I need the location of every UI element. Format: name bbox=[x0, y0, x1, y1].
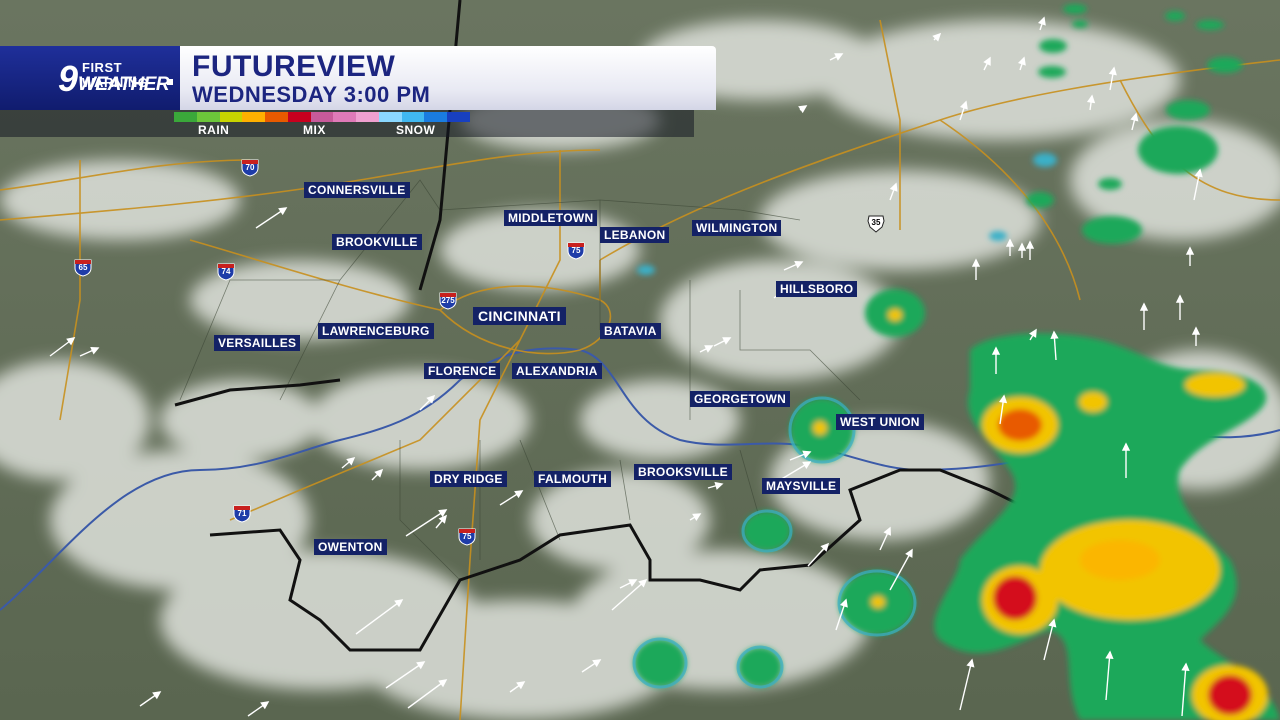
city-label-batavia: BATAVIA bbox=[600, 323, 661, 339]
city-label-alexandria: ALEXANDRIA bbox=[512, 363, 602, 379]
interstate-75-north-shield-icon: 75 bbox=[566, 240, 586, 260]
city-label-cincinnati: CINCINNATI bbox=[473, 307, 566, 325]
city-label-wilmington: WILMINGTON bbox=[692, 220, 782, 236]
legend-swatch bbox=[310, 112, 334, 122]
city-label-middletown: MIDDLETOWN bbox=[504, 210, 598, 226]
interstate-65-shield-icon: 65 bbox=[73, 257, 93, 277]
station-logo: 9 FIRST WARNING WEATHER bbox=[0, 46, 180, 110]
interstate-65-number: 65 bbox=[78, 263, 88, 272]
city-label-florence: FLORENCE bbox=[424, 363, 501, 379]
legend-swatch bbox=[356, 112, 379, 122]
city-label-dry-ridge: DRY RIDGE bbox=[430, 471, 507, 487]
city-label-connersville: CONNERSVILLE bbox=[304, 182, 410, 198]
city-label-lebanon: LEBANON bbox=[600, 227, 670, 243]
legend-color-bar bbox=[174, 112, 470, 122]
legend-swatch bbox=[265, 112, 288, 122]
interstate-75-north-number: 75 bbox=[571, 246, 581, 255]
interstate-71-number: 71 bbox=[237, 509, 247, 518]
logo-number: 9 bbox=[58, 58, 78, 99]
legend-swatch bbox=[378, 112, 402, 122]
legend-swatch bbox=[287, 112, 311, 122]
city-label-west-union: WEST UNION bbox=[836, 414, 924, 430]
city-label-owenton: OWENTON bbox=[314, 539, 387, 555]
interstate-71-shield-icon: 71 bbox=[232, 503, 252, 523]
interstate-74-number: 74 bbox=[221, 267, 231, 276]
legend-swatch bbox=[242, 112, 266, 122]
interstate-275-number: 275 bbox=[441, 296, 455, 305]
forecast-map-stage: 9 FIRST WARNING WEATHER FUTUREVIEW WEDNE… bbox=[0, 0, 1280, 720]
legend-swatch bbox=[401, 112, 425, 122]
city-label-brookville: BROOKVILLE bbox=[332, 234, 422, 250]
interstate-70-shield-icon: 70 bbox=[240, 157, 260, 177]
interstate-75-south-number: 75 bbox=[462, 532, 472, 541]
legend-swatch bbox=[174, 112, 197, 122]
city-label-brooksville: BROOKSVILLE bbox=[634, 464, 732, 480]
logo-line2: WEATHER bbox=[78, 74, 170, 95]
city-label-falmouth: FALMOUTH bbox=[534, 471, 612, 487]
city-label-lawrenceburg: LAWRENCEBURG bbox=[318, 323, 434, 339]
legend-swatch bbox=[447, 112, 470, 122]
us-35-shield-icon: 35 bbox=[866, 213, 886, 233]
legend-swatch bbox=[333, 112, 357, 122]
legend-swatch bbox=[424, 112, 448, 122]
legend-rain-label: RAIN bbox=[198, 123, 230, 137]
city-label-maysville: MAYSVILLE bbox=[762, 478, 841, 494]
interstate-70-number: 70 bbox=[245, 163, 255, 172]
interstate-275-shield-icon: 275 bbox=[438, 290, 458, 310]
logo-dot bbox=[167, 79, 173, 85]
legend-snow-label: SNOW bbox=[396, 123, 436, 137]
interstate-75-south-shield-icon: 75 bbox=[457, 526, 477, 546]
city-label-georgetown: GEORGETOWN bbox=[690, 391, 791, 407]
page-title: FUTUREVIEW bbox=[192, 50, 396, 83]
legend-swatch bbox=[196, 112, 220, 122]
city-label-hillsboro: HILLSBORO bbox=[776, 281, 858, 297]
legend-swatch bbox=[219, 112, 243, 122]
city-label-versailles: VERSAILLES bbox=[214, 335, 301, 351]
legend-mix-label: MIX bbox=[303, 123, 326, 137]
interstate-74-shield-icon: 74 bbox=[216, 261, 236, 281]
page-subtitle: WEDNESDAY 3:00 PM bbox=[192, 82, 431, 107]
us-35-number: 35 bbox=[871, 218, 881, 227]
